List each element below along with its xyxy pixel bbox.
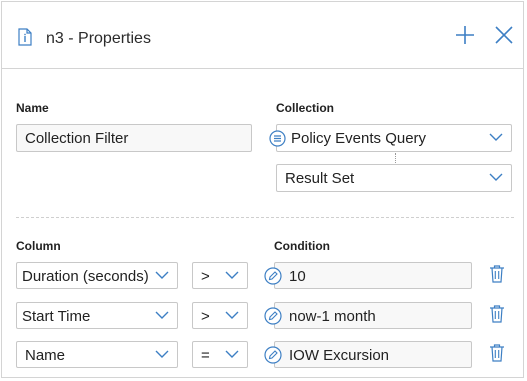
- section-divider: [16, 217, 514, 218]
- row-operator-value: >: [201, 268, 210, 285]
- row-column-select[interactable]: Duration (seconds): [16, 262, 178, 289]
- row-condition-value: 10: [289, 268, 306, 285]
- document-info-icon: [18, 28, 32, 46]
- name-label: Name: [16, 101, 49, 115]
- collection-query-select[interactable]: Policy Events Query: [269, 124, 512, 152]
- name-input[interactable]: Collection Filter: [16, 124, 252, 152]
- chevron-down-icon: [225, 350, 239, 358]
- row-column-select[interactable]: Name: [16, 341, 178, 368]
- chevron-down-icon: [225, 271, 239, 279]
- row-column-value: Name: [25, 347, 66, 364]
- chevron-down-icon: [155, 271, 169, 279]
- collection-label: Collection: [276, 101, 335, 115]
- row-operator-select[interactable]: =: [192, 341, 248, 368]
- chevron-down-icon: [155, 311, 169, 319]
- row-column-value: Duration (seconds): [22, 268, 149, 285]
- name-input-value: Collection Filter: [25, 130, 129, 147]
- pencil-icon[interactable]: [264, 307, 282, 325]
- pencil-icon[interactable]: [264, 346, 282, 364]
- result-set-select[interactable]: Result Set: [276, 164, 512, 192]
- result-set-value: Result Set: [285, 170, 355, 187]
- close-icon[interactable]: [491, 22, 517, 48]
- panel-header: n3 - Properties: [2, 2, 523, 69]
- panel-title: n3 - Properties: [46, 30, 151, 47]
- chevron-down-icon: [225, 311, 239, 319]
- plus-icon[interactable]: [452, 22, 478, 48]
- row-condition-input[interactable]: IOW Excursion: [274, 341, 472, 368]
- chevron-down-icon: [155, 350, 169, 358]
- chevron-down-icon: [489, 173, 503, 181]
- row-operator-value: >: [201, 308, 210, 325]
- pencil-icon[interactable]: [264, 267, 282, 285]
- chevron-down-icon: [489, 133, 503, 141]
- collection-query-value: Policy Events Query: [291, 130, 427, 147]
- row-column-select[interactable]: Start Time: [16, 302, 178, 329]
- trash-icon[interactable]: [489, 304, 505, 324]
- row-condition-input[interactable]: now-1 month: [274, 302, 472, 329]
- trash-icon[interactable]: [489, 343, 505, 363]
- row-condition-input[interactable]: 10: [274, 262, 472, 289]
- condition-header: Condition: [274, 239, 330, 253]
- column-header: Column: [16, 239, 61, 253]
- row-condition-value: now-1 month: [289, 308, 376, 325]
- row-operator-select[interactable]: >: [192, 302, 248, 329]
- trash-icon[interactable]: [489, 264, 505, 284]
- row-column-value: Start Time: [22, 308, 91, 325]
- properties-panel: n3 - Properties Name Collection Filter C…: [1, 1, 524, 378]
- row-operator-select[interactable]: >: [192, 262, 248, 289]
- row-condition-value: IOW Excursion: [289, 347, 390, 364]
- list-icon: [269, 130, 286, 147]
- row-operator-value: =: [201, 347, 210, 364]
